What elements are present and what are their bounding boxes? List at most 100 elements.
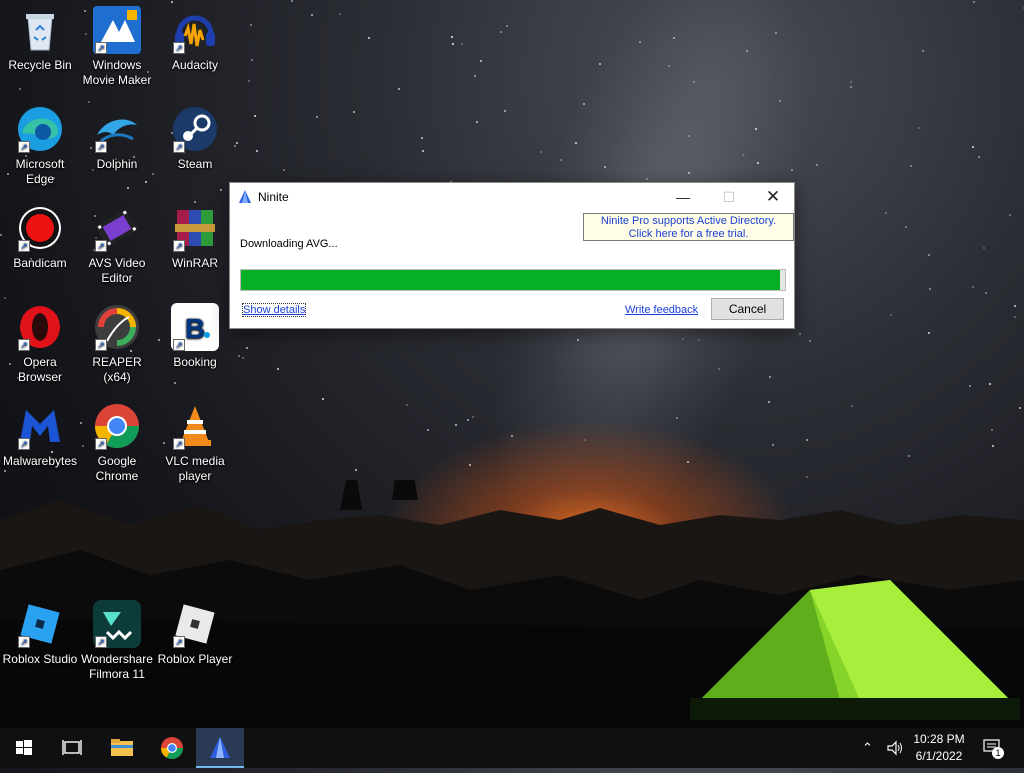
- wondershare-filmora-icon: ↗: [93, 600, 141, 648]
- show-details-link[interactable]: Show details: [241, 303, 307, 317]
- desktop-icon-label: Recycle Bin: [8, 58, 72, 72]
- vlc-media-player-icon: ↗: [171, 402, 219, 450]
- desktop-icon-roblox-studio[interactable]: ↗ Roblox Studio: [0, 600, 80, 667]
- desktop-icon-malwarebytes[interactable]: ↗ Malwarebytes: [0, 402, 80, 469]
- download-progress-bar: [240, 269, 786, 291]
- ninite-logo-icon: [239, 190, 251, 203]
- shortcut-arrow-icon: ↗: [18, 636, 30, 648]
- cancel-button[interactable]: Cancel: [711, 298, 784, 320]
- start-icon[interactable]: [0, 728, 48, 768]
- ad-line-2: Click here for a free trial.: [628, 228, 749, 240]
- desktop-icon-label: Bandicam: [13, 256, 67, 270]
- shortcut-arrow-icon: ↗: [95, 240, 107, 252]
- desktop-icon-dolphin[interactable]: ↗ Dolphin: [77, 105, 157, 172]
- desktop-icon-windows-movie-maker[interactable]: ↗ Windows Movie Maker: [77, 6, 157, 88]
- desktop-icon-steam[interactable]: ↗ Steam: [155, 105, 235, 172]
- desktop-icon-label: Microsoft Edge: [15, 157, 65, 186]
- download-status: Downloading AVG...: [240, 238, 338, 250]
- desktop-icon-label: AVS Video Editor: [88, 256, 146, 285]
- desktop-icon-wondershare-filmora[interactable]: ↗ Wondershare Filmora 11: [77, 600, 157, 682]
- desktop-icon-label: Roblox Studio: [2, 652, 78, 666]
- desktop-icon-microsoft-edge[interactable]: ↗ Microsoft Edge: [0, 105, 80, 187]
- recycle-bin-icon: [16, 6, 64, 54]
- title-bar[interactable]: Ninite — ☐ ✕: [230, 183, 794, 211]
- ninite-icon[interactable]: [196, 728, 244, 768]
- desktop-icon-label: WinRAR: [171, 256, 218, 270]
- minimize-icon[interactable]: —: [660, 183, 706, 211]
- booking-icon: B ↗: [171, 303, 219, 351]
- desktop-icon-google-chrome[interactable]: ↗ Google Chrome: [77, 402, 157, 484]
- desktop-icon-label: Steam: [177, 157, 213, 171]
- desktop-icon-recycle-bin[interactable]: Recycle Bin: [0, 6, 80, 73]
- ninite-window[interactable]: Ninite — ☐ ✕ Ninite Pro supports Active …: [229, 182, 795, 329]
- progress-fill: [241, 270, 780, 290]
- desktop-icon-audacity[interactable]: ↗ Audacity: [155, 6, 235, 73]
- desktop-icon-winrar[interactable]: ↗ WinRAR: [155, 204, 235, 271]
- desktop-icon-opera-browser[interactable]: ↗ Opera Browser: [0, 303, 80, 385]
- desktop-icon-label: Windows Movie Maker: [82, 58, 152, 87]
- shortcut-arrow-icon: ↗: [173, 636, 185, 648]
- desktop-icon-label: Google Chrome: [95, 454, 139, 483]
- steam-icon: ↗: [171, 105, 219, 153]
- microsoft-edge-icon: ↗: [16, 105, 64, 153]
- notification-center-icon[interactable]: 1: [982, 738, 1004, 759]
- shortcut-arrow-icon: ↗: [173, 141, 185, 153]
- volume-icon[interactable]: [885, 738, 905, 763]
- shortcut-arrow-icon: ↗: [173, 240, 185, 252]
- opera-browser-icon: ↗: [16, 303, 64, 351]
- shortcut-arrow-icon: ↗: [95, 339, 107, 351]
- shortcut-arrow-icon: ↗: [173, 42, 185, 54]
- malwarebytes-icon: ↗: [16, 402, 64, 450]
- bandicam-icon: ↗: [16, 204, 64, 252]
- desktop-icon-avs-video-editor[interactable]: ↗ AVS Video Editor: [77, 204, 157, 286]
- desktop-icon-label: Dolphin: [96, 157, 138, 171]
- reaper-icon: ↗: [93, 303, 141, 351]
- desktop-icon-label: Roblox Player: [157, 652, 233, 666]
- desktop-icon-roblox-player[interactable]: ↗ Roblox Player: [155, 600, 235, 667]
- write-feedback-link[interactable]: Write feedback: [625, 304, 698, 316]
- svg-text:B: B: [185, 313, 205, 344]
- notification-count-badge: 1: [992, 747, 1004, 759]
- windows-movie-maker-icon: ↗: [93, 6, 141, 54]
- google-chrome-icon: ↗: [93, 402, 141, 450]
- chrome-icon[interactable]: [148, 728, 196, 768]
- close-icon[interactable]: ✕: [750, 183, 796, 211]
- roblox-studio-icon: ↗: [16, 600, 64, 648]
- maximize-icon[interactable]: ☐: [706, 183, 752, 211]
- roblox-player-icon: ↗: [171, 600, 219, 648]
- dolphin-icon: ↗: [93, 105, 141, 153]
- clock-time[interactable]: 10:28 PM: [908, 732, 970, 746]
- shortcut-arrow-icon: ↗: [18, 339, 30, 351]
- file-explorer-icon[interactable]: [98, 728, 146, 768]
- taskbar: ⌃ 10:28 PM 6/1/2022 1: [0, 728, 1024, 768]
- winrar-icon: ↗: [171, 204, 219, 252]
- desktop-icon-label: Audacity: [171, 58, 219, 72]
- avs-video-editor-icon: ↗: [93, 204, 141, 252]
- ad-line-1: Ninite Pro supports Active Directory.: [600, 215, 777, 227]
- shortcut-arrow-icon: ↗: [18, 240, 30, 252]
- desktop-icon-label: Wondershare Filmora 11: [81, 652, 153, 681]
- ninite-pro-ad[interactable]: Ninite Pro supports Active Directory. Cl…: [583, 213, 794, 241]
- desktop-icon-label: Opera Browser: [17, 355, 62, 384]
- desktop-icon-label: Booking: [173, 355, 217, 369]
- shortcut-arrow-icon: ↗: [18, 141, 30, 153]
- shortcut-arrow-icon: ↗: [95, 42, 107, 54]
- shortcut-arrow-icon: ↗: [95, 141, 107, 153]
- desktop-icon-label: REAPER (x64): [92, 355, 142, 384]
- shortcut-arrow-icon: ↗: [173, 438, 185, 450]
- desktop-icon-label: VLC media player: [165, 454, 225, 483]
- clock-date[interactable]: 6/1/2022: [908, 749, 970, 763]
- audacity-icon: ↗: [171, 6, 219, 54]
- task-view-icon[interactable]: [48, 728, 96, 768]
- desktop-icon-reaper[interactable]: ↗ REAPER (x64): [77, 303, 157, 385]
- desktop-icon-bandicam[interactable]: ↗ Bandicam: [0, 204, 80, 271]
- window-title: Ninite: [258, 190, 289, 204]
- shortcut-arrow-icon: ↗: [95, 636, 107, 648]
- desktop-icon-label: Malwarebytes: [2, 454, 78, 468]
- desktop-icon-vlc-media-player[interactable]: ↗ VLC media player: [155, 402, 235, 484]
- show-hidden-icons-chevron-icon[interactable]: ⌃: [862, 740, 873, 756]
- desktop-icon-booking[interactable]: B ↗ Booking: [155, 303, 235, 370]
- shortcut-arrow-icon: ↗: [18, 438, 30, 450]
- shortcut-arrow-icon: ↗: [173, 339, 185, 351]
- shortcut-arrow-icon: ↗: [95, 438, 107, 450]
